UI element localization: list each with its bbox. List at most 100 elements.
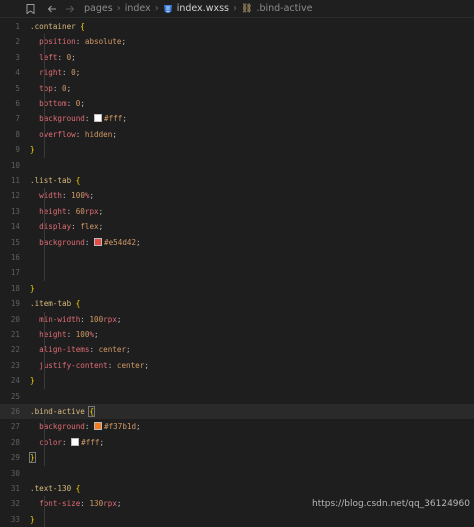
code-line[interactable]: 20 min-width: 100rpx;	[0, 312, 474, 327]
code-line[interactable]: 7 background: #fff;	[0, 111, 474, 126]
code-line[interactable]: 8 overflow: hidden;	[0, 127, 474, 142]
code-line[interactable]: 1.container {	[0, 19, 474, 34]
code-token: }	[30, 145, 35, 154]
code-token: .text-130	[30, 484, 76, 493]
code-token: width	[30, 191, 62, 200]
breadcrumb-file[interactable]: index.wxss	[177, 3, 229, 14]
color-swatch[interactable]	[94, 422, 102, 430]
code-token: :	[62, 68, 71, 77]
code-line[interactable]: 29}	[0, 450, 474, 465]
line-number: 31	[0, 481, 30, 496]
breadcrumb-symbol[interactable]: .bind-active	[256, 3, 312, 14]
code-token: position	[30, 37, 76, 46]
code-line[interactable]: 9}	[0, 142, 474, 157]
indent-guide	[44, 496, 45, 527]
code-token: ;	[94, 330, 99, 339]
code-line[interactable]: 16	[0, 250, 474, 265]
code-line[interactable]: 10	[0, 158, 474, 173]
code-token: ;	[76, 68, 81, 77]
code-line[interactable]: 17	[0, 265, 474, 280]
code-line[interactable]: 5 top: 0;	[0, 81, 474, 96]
code-token: ;	[80, 99, 85, 108]
code-editor[interactable]: 1.container {2 position: absolute;3 left…	[0, 17, 474, 513]
code-line[interactable]: 22 align-items: center;	[0, 342, 474, 357]
line-number: 4	[0, 65, 30, 80]
code-line[interactable]: 13 height: 60rpx;	[0, 204, 474, 219]
code-token: hidden	[85, 130, 112, 139]
code-line[interactable]: 25	[0, 389, 474, 404]
forward-arrow-icon[interactable]	[62, 1, 78, 17]
back-arrow-icon[interactable]	[44, 1, 60, 17]
code-text: .container {	[30, 19, 85, 34]
line-number: 7	[0, 111, 30, 126]
line-number: 28	[0, 435, 30, 450]
code-line[interactable]: 31.text-130 {	[0, 481, 474, 496]
code-token: ;	[121, 37, 126, 46]
code-line[interactable]: 27 background: #f37b1d;	[0, 419, 474, 434]
code-line[interactable]: 6 bottom: 0;	[0, 96, 474, 111]
code-token: {	[80, 22, 85, 31]
code-token: ;	[126, 345, 131, 354]
code-line[interactable]: 21 height: 100%;	[0, 327, 474, 342]
code-token: ;	[67, 84, 72, 93]
code-token: :	[53, 84, 62, 93]
code-text: height: 100%;	[30, 327, 99, 342]
code-line[interactable]: 33}	[0, 512, 474, 527]
code-line[interactable]: 15 background: #e54d42;	[0, 235, 474, 250]
css-file-icon	[163, 4, 173, 14]
code-token: :	[62, 438, 71, 447]
code-text: align-items: center;	[30, 342, 131, 357]
line-number: 20	[0, 312, 30, 327]
code-line[interactable]: 3 left: 0;	[0, 50, 474, 65]
breadcrumb-item[interactable]: index	[125, 3, 151, 14]
code-token: }	[30, 284, 35, 293]
code-line[interactable]: 2 position: absolute;	[0, 34, 474, 49]
code-token: flex	[80, 222, 98, 231]
code-text: .item-tab {	[30, 296, 80, 311]
line-number: 27	[0, 419, 30, 434]
color-swatch[interactable]	[71, 438, 79, 446]
code-token: right	[30, 68, 62, 77]
code-token: 100	[71, 191, 85, 200]
code-text: left: 0;	[30, 50, 76, 65]
code-token: #f37b1d	[104, 422, 136, 431]
code-text: }	[30, 373, 35, 388]
code-token: ;	[89, 191, 94, 200]
code-token: {	[89, 407, 94, 416]
color-swatch[interactable]	[94, 114, 102, 122]
chevron-right-icon: ›	[233, 3, 237, 14]
line-number: 11	[0, 173, 30, 188]
code-token: }	[30, 376, 35, 385]
code-text: .list-tab {	[30, 173, 80, 188]
code-line[interactable]: 24}	[0, 373, 474, 388]
code-line[interactable]: 30	[0, 466, 474, 481]
code-token: ;	[136, 422, 141, 431]
indent-guide	[44, 419, 45, 465]
code-token: :	[67, 99, 76, 108]
code-line[interactable]: 12 width: 100%;	[0, 188, 474, 203]
code-token: background	[30, 114, 85, 123]
code-line[interactable]: 14 display: flex;	[0, 219, 474, 234]
line-number: 19	[0, 296, 30, 311]
code-line[interactable]: 26.bind-active {	[0, 404, 474, 419]
code-line[interactable]: 28 color: #fff;	[0, 435, 474, 450]
line-number: 18	[0, 281, 30, 296]
code-token: 100	[76, 330, 90, 339]
code-line[interactable]: 11.list-tab {	[0, 173, 474, 188]
code-token: 60	[76, 207, 85, 216]
line-number: 8	[0, 127, 30, 142]
code-line[interactable]: 18}	[0, 281, 474, 296]
line-number: 21	[0, 327, 30, 342]
code-line[interactable]: 4 right: 0;	[0, 65, 474, 80]
code-line[interactable]: 19.item-tab {	[0, 296, 474, 311]
breadcrumb-item[interactable]: pages	[84, 3, 113, 14]
bookmark-icon[interactable]	[22, 1, 38, 17]
code-line[interactable]: 23 justify-content: center;	[0, 358, 474, 373]
code-token: ;	[117, 315, 122, 324]
code-token: top	[30, 84, 53, 93]
symbol-icon: ⛓	[241, 4, 252, 14]
code-token: ;	[136, 238, 141, 247]
line-number: 15	[0, 235, 30, 250]
color-swatch[interactable]	[94, 238, 102, 246]
line-number: 12	[0, 188, 30, 203]
